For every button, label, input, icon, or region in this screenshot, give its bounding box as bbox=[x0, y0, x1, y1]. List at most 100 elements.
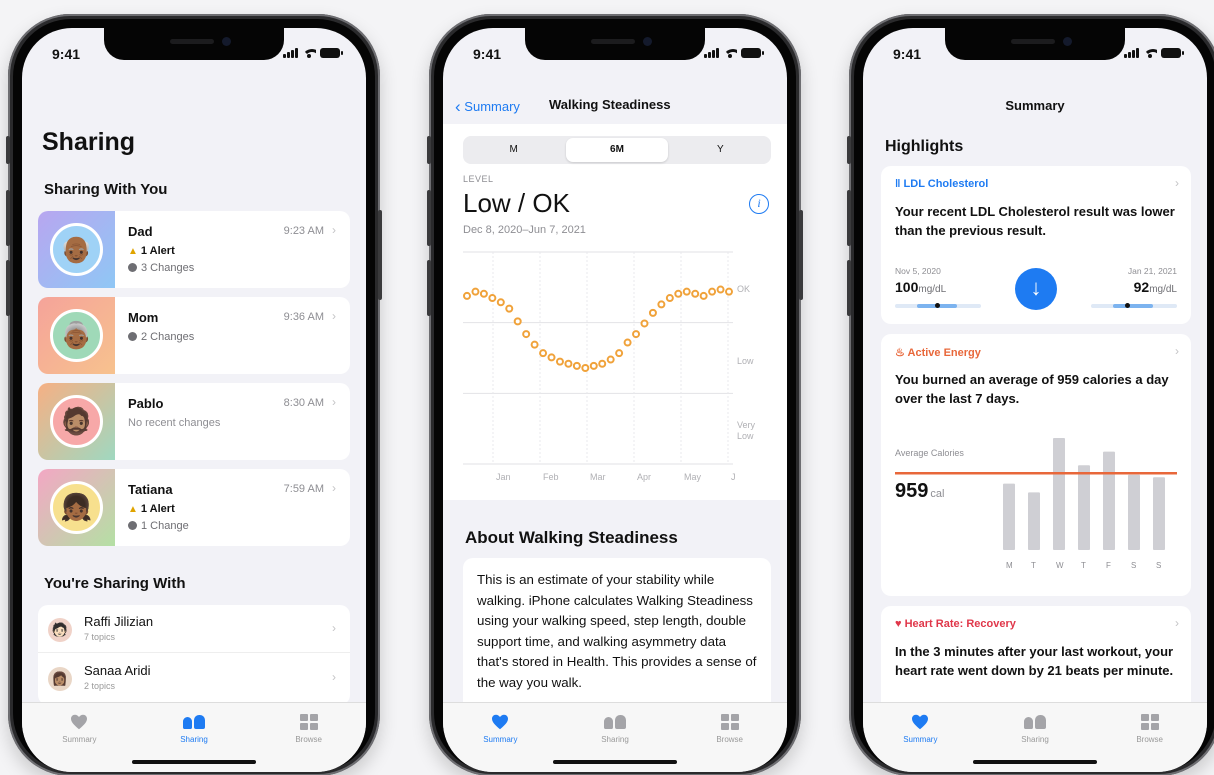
about-title: About Walking Steadiness bbox=[465, 528, 678, 547]
date-range: Dec 8, 2020–Jun 7, 2021 bbox=[463, 224, 586, 236]
bar-category-label: M bbox=[1006, 561, 1013, 570]
screen: 9:41 Summary Highlights ‖ LDL Cholestero… bbox=[863, 28, 1207, 772]
status-icons bbox=[283, 48, 343, 58]
data-point bbox=[471, 287, 480, 296]
bar-category-label: F bbox=[1106, 561, 1111, 570]
list-item[interactable]: 👩🏽 Sanaa Aridi 2 topics › bbox=[38, 654, 350, 702]
data-point bbox=[522, 330, 531, 339]
person-name: Tatiana bbox=[128, 482, 173, 497]
segment-6m[interactable]: 6M bbox=[566, 138, 668, 162]
home-indicator bbox=[132, 760, 256, 764]
data-point bbox=[623, 338, 632, 347]
sharing-list: 🧑🏻 Raffi Jilizian 7 topics › 👩🏽 Sanaa Ar… bbox=[38, 605, 350, 705]
tab-summary[interactable]: Summary bbox=[443, 703, 558, 772]
tab-browse[interactable]: Browse bbox=[672, 703, 787, 772]
highlight-card-ldl[interactable]: ‖ LDL Cholesterol › Your recent LDL Chol… bbox=[881, 166, 1191, 324]
data-point bbox=[539, 349, 548, 358]
chevron-right-icon: › bbox=[332, 670, 336, 684]
bar-category-label: W bbox=[1056, 561, 1064, 570]
notch bbox=[104, 28, 284, 60]
y-tick-label: Very bbox=[737, 420, 756, 430]
person-card-dad[interactable]: 👴🏾 Dad 9:23 AM › ▲ 1 Alert 3 Changes bbox=[38, 211, 350, 288]
grid-icon bbox=[1140, 714, 1159, 730]
alert-count: 1 Alert bbox=[140, 503, 175, 515]
data-point bbox=[682, 287, 691, 296]
data-point bbox=[555, 357, 564, 366]
status-icons bbox=[1124, 48, 1184, 58]
heart-icon bbox=[71, 714, 88, 730]
back-button[interactable]: ‹ Summary bbox=[455, 97, 520, 117]
x-tick-label: J bbox=[731, 472, 736, 482]
stage: 9:41 Sharing Sharing With You 👴🏾 Dad 9:2… bbox=[0, 0, 1214, 775]
person-card-tatiana[interactable]: 👧🏾 Tatiana 7:59 AM › ▲ 1 Alert 1 Change bbox=[38, 469, 350, 546]
segment-m[interactable]: M bbox=[463, 136, 564, 164]
x-tick-label: Mar bbox=[590, 472, 606, 482]
tab-label: Browse bbox=[716, 735, 744, 744]
segment-y[interactable]: Y bbox=[670, 136, 771, 164]
card-message: You burned an average of 959 calories a … bbox=[895, 372, 1169, 406]
changes-row: 1 Change bbox=[128, 520, 189, 532]
phone-walking-steadiness: 9:41 ‹ Summary Walking Steadiness M 6M Y… bbox=[427, 14, 803, 775]
avatar: 👩🏽 bbox=[48, 667, 72, 691]
person-card-mom[interactable]: 👵🏾 Mom 9:36 AM › 2 Changes bbox=[38, 297, 350, 374]
ldl-unit: mg/dL bbox=[1149, 284, 1177, 295]
chevron-left-icon: ‹ bbox=[455, 97, 461, 116]
alert-row: ▲ 1 Alert bbox=[128, 503, 175, 515]
memoji-icon: 🧔🏽 bbox=[50, 395, 103, 448]
data-point bbox=[716, 285, 725, 294]
highlight-card-heart-rate[interactable]: ♥ Heart Rate: Recovery › In the 3 minute… bbox=[881, 606, 1191, 716]
home-indicator bbox=[973, 760, 1097, 764]
changes-row: 2 Changes bbox=[128, 331, 194, 343]
tab-summary[interactable]: Summary bbox=[863, 703, 978, 772]
tab-browse[interactable]: Browse bbox=[1092, 703, 1207, 772]
bar bbox=[1128, 474, 1140, 550]
about-card: This is an estimate of your stability wh… bbox=[463, 558, 771, 718]
data-point bbox=[547, 353, 556, 362]
data-point bbox=[505, 304, 514, 313]
status-time: 9:41 bbox=[473, 46, 502, 62]
data-point bbox=[496, 298, 505, 307]
data-point bbox=[674, 289, 683, 298]
data-point bbox=[530, 340, 539, 349]
data-point bbox=[479, 289, 488, 298]
volume-down-button bbox=[6, 260, 10, 316]
bar-category-label: S bbox=[1156, 561, 1161, 570]
volume-down-button bbox=[847, 260, 851, 316]
tab-browse[interactable]: Browse bbox=[251, 703, 366, 772]
cellular-icon bbox=[704, 48, 719, 58]
section-header-sharing-with-you: Sharing With You bbox=[44, 181, 168, 198]
about-section: About Walking Steadiness This is an esti… bbox=[443, 500, 787, 718]
bar bbox=[1078, 465, 1090, 550]
changes-count: 1 Change bbox=[141, 520, 189, 532]
silent-switch bbox=[6, 136, 10, 164]
data-point bbox=[691, 289, 700, 298]
person-card-pablo[interactable]: 🧔🏽 Pablo 8:30 AM › No recent changes bbox=[38, 383, 350, 460]
card-message: Your recent LDL Cholesterol result was l… bbox=[895, 204, 1175, 238]
heart-icon: ♥ bbox=[895, 618, 905, 630]
wifi-icon bbox=[1143, 48, 1157, 58]
share-topics: 2 topics bbox=[84, 681, 116, 691]
info-icon[interactable]: i bbox=[749, 194, 769, 214]
silent-switch bbox=[427, 136, 431, 164]
y-tick-label: Low bbox=[737, 431, 754, 441]
data-point bbox=[632, 330, 641, 339]
list-item[interactable]: 🧑🏻 Raffi Jilizian 7 topics › bbox=[38, 605, 350, 653]
avatar: 👧🏾 bbox=[38, 469, 115, 546]
side-button bbox=[378, 210, 382, 300]
tab-label: Sharing bbox=[180, 735, 208, 744]
grid-icon bbox=[299, 714, 318, 730]
tab-summary[interactable]: Summary bbox=[22, 703, 137, 772]
data-point bbox=[699, 291, 708, 300]
data-point bbox=[648, 308, 657, 317]
notch bbox=[525, 28, 705, 60]
section-header-youre-sharing-with: You're Sharing With bbox=[44, 575, 186, 592]
level-label: LEVEL bbox=[463, 174, 494, 184]
data-point bbox=[572, 361, 581, 370]
highlight-card-active-energy[interactable]: ♨ Active Energy › You burned an average … bbox=[881, 334, 1191, 596]
bar-category-label: S bbox=[1131, 561, 1136, 570]
volume-up-button bbox=[847, 190, 851, 246]
phone-summary: 9:41 Summary Highlights ‖ LDL Cholestero… bbox=[847, 14, 1214, 775]
arrow-down-icon: ↓ bbox=[1015, 268, 1057, 310]
data-point bbox=[463, 291, 471, 300]
avatar: 🧔🏽 bbox=[38, 383, 115, 460]
